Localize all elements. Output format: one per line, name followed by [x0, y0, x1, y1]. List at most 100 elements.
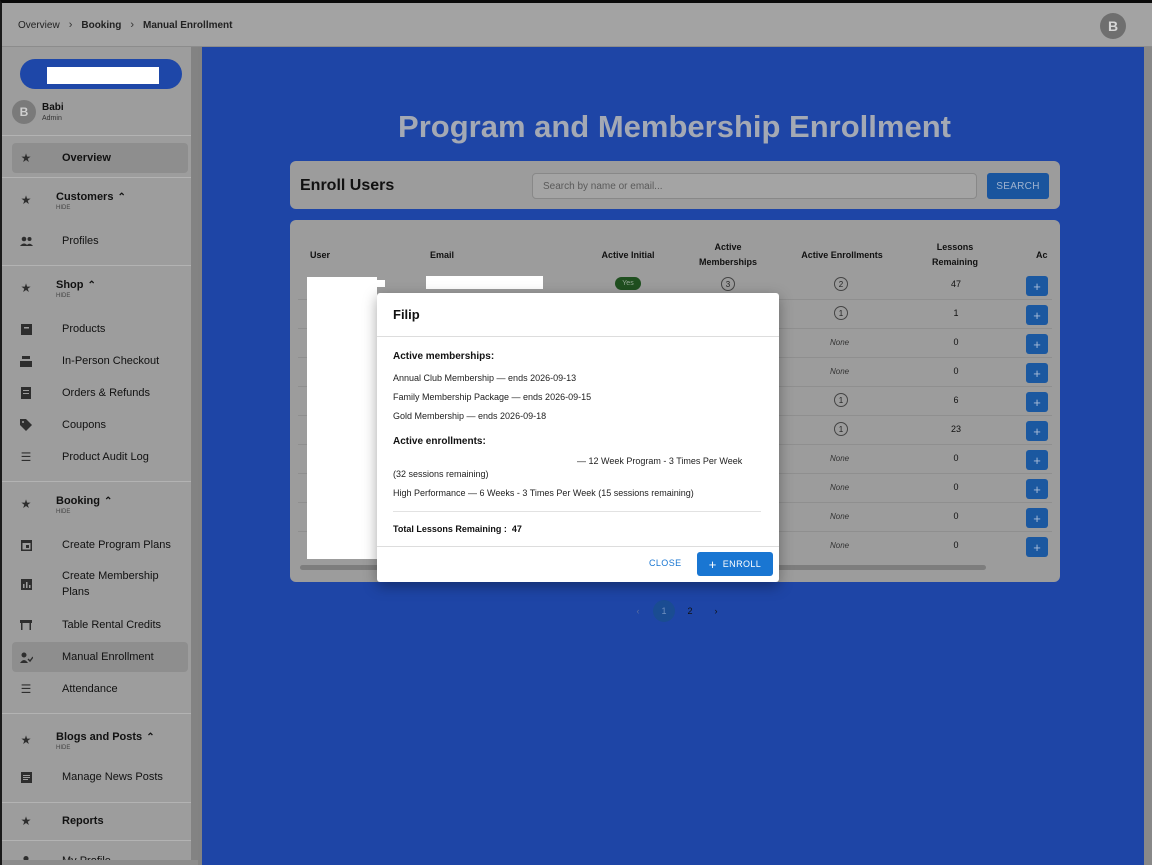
column-header-user[interactable]: User [310, 234, 370, 276]
sidebar-section-shop[interactable]: ★ Shop ⌃ HIDE [12, 276, 188, 306]
enroll-users-title: Enroll Users [300, 177, 395, 194]
add-enrollment-button[interactable]: + [1026, 363, 1048, 383]
enrollments-count: 2 [834, 277, 848, 291]
pagination-page-2[interactable]: 2 [679, 600, 701, 622]
column-header-actions[interactable]: Ac [1036, 234, 1056, 276]
sidebar-item-table-rental-credits[interactable]: Table Rental Credits [12, 610, 188, 640]
sidebar-item-orders-refunds[interactable]: Orders & Refunds [12, 378, 188, 408]
section-hide-toggle[interactable]: HIDE [56, 509, 70, 515]
sidebar-item-reports[interactable]: ★ Reports [12, 806, 188, 836]
section-hide-toggle[interactable]: HIDE [56, 205, 70, 211]
breadcrumb-booking[interactable]: Booking [81, 20, 121, 31]
memberships-heading: Active memberships: [393, 351, 495, 362]
user-name: Babi [42, 102, 64, 113]
enroll-button-label: ENROLL [722, 559, 762, 569]
lessons-remaining: 0 [953, 482, 959, 492]
enrollments-none: None [830, 454, 850, 463]
main-edge [198, 47, 202, 865]
divider [2, 713, 192, 714]
lessons-remaining: 47 [950, 279, 961, 289]
lessons-remaining: 0 [953, 511, 959, 521]
column-header-active-enrollments[interactable]: Active Enrollments [792, 234, 892, 276]
add-enrollment-button[interactable]: + [1026, 334, 1048, 354]
sidebar-item-label: Orders & Refunds [62, 387, 151, 399]
redacted-email [426, 276, 543, 289]
total-lessons: Total Lessons Remaining : 47 [393, 524, 522, 534]
lessons-remaining: 1 [953, 308, 959, 318]
page-title: Program and Membership Enrollment [398, 109, 951, 144]
checklist-icon: ☰ [20, 682, 32, 696]
add-enrollment-button[interactable]: + [1026, 305, 1048, 325]
page-scrollbar[interactable] [1144, 47, 1152, 865]
column-header-active-memberships[interactable]: Active Memberships [693, 234, 763, 276]
divider [2, 265, 192, 266]
account-avatar[interactable]: B [1100, 13, 1126, 39]
redacted-user-column [307, 277, 377, 559]
sidebar-item-attendance[interactable]: ☰ Attendance [12, 674, 188, 704]
sidebar-item-label: Product Audit Log [62, 451, 149, 463]
section-label: Blogs and Posts [56, 731, 143, 743]
plus-icon: + [708, 556, 717, 572]
sidebar-section-blogs[interactable]: ★ Blogs and Posts ⌃ HIDE [12, 728, 188, 758]
add-enrollment-button[interactable]: + [1026, 421, 1048, 441]
sidebar-item-label: Manual Enrollment [62, 651, 154, 663]
sidebar-item-in-person-checkout[interactable]: In-Person Checkout [12, 346, 188, 376]
sidebar-item-manual-enrollment[interactable]: Manual Enrollment [12, 642, 188, 672]
column-header-email[interactable]: Email [430, 234, 490, 276]
add-enrollment-button[interactable]: + [1026, 276, 1048, 296]
sidebar: B Babi Admin ★ Overview ★ Customers ⌃ HID… [2, 47, 198, 865]
redacted-user-column [375, 280, 385, 287]
sidebar-item-manage-news-posts[interactable]: Manage News Posts [12, 762, 188, 792]
chevron-up-icon: ⌃ [117, 192, 126, 203]
divider [377, 546, 779, 547]
star-icon: ★ [20, 814, 32, 828]
column-header-lessons-remaining[interactable]: Lessons Remaining [920, 234, 990, 276]
chevron-up-icon: ⌃ [104, 496, 113, 507]
sidebar-scrollbar[interactable] [191, 47, 198, 865]
column-header-active-initial[interactable]: Active Initial [594, 234, 662, 276]
enroll-button[interactable]: + ENROLL [697, 552, 773, 576]
chevron-up-icon: ⌃ [146, 732, 155, 743]
pagination-next-button[interactable]: › [705, 600, 727, 622]
checklist-icon: ☰ [20, 450, 32, 464]
search-input[interactable]: Search by name or email... [532, 173, 977, 199]
search-button[interactable]: SEARCH [987, 173, 1049, 199]
add-enrollment-button[interactable]: + [1026, 450, 1048, 470]
pagination-page-1[interactable]: 1 [653, 600, 675, 622]
sidebar-item-create-program-plans[interactable]: Create Program Plans [12, 530, 188, 560]
pagination-prev-button[interactable]: ‹ [627, 600, 649, 622]
sidebar-item-label: Table Rental Credits [62, 619, 162, 631]
receipt-icon [14, 385, 38, 401]
brand-logo[interactable] [20, 59, 182, 89]
section-label: Shop [56, 279, 84, 291]
sidebar-item-overview[interactable]: ★ Overview [12, 143, 188, 173]
section-hide-toggle[interactable]: HIDE [56, 293, 70, 299]
chevron-right-icon: › [130, 19, 135, 31]
section-hide-toggle[interactable]: HIDE [56, 745, 70, 751]
sidebar-user: B Babi Admin [12, 100, 64, 124]
breadcrumb: Overview › Booking › Manual Enrollment [18, 19, 232, 31]
add-enrollment-button[interactable]: + [1026, 392, 1048, 412]
sidebar-item-label: Profiles [62, 235, 99, 247]
sidebar-item-profiles[interactable]: Profiles [12, 226, 188, 256]
star-icon: ★ [20, 733, 32, 747]
add-enrollment-button[interactable]: + [1026, 508, 1048, 528]
close-button[interactable]: CLOSE [649, 558, 682, 568]
sidebar-item-label: Manage News Posts [62, 771, 163, 783]
sidebar-item-label: Overview [62, 152, 111, 164]
star-icon: ★ [20, 193, 32, 207]
add-enrollment-button[interactable]: + [1026, 479, 1048, 499]
sidebar-item-create-membership-plans[interactable]: Create Membership Plans [12, 562, 188, 606]
breadcrumb-overview[interactable]: Overview [18, 20, 60, 31]
table-icon [14, 617, 38, 633]
sidebar-section-booking[interactable]: ★ Booking ⌃ HIDE [12, 492, 188, 522]
sidebar-section-customers[interactable]: ★ Customers ⌃ HIDE [12, 188, 188, 218]
sidebar-item-coupons[interactable]: Coupons [12, 410, 188, 440]
enrollment-item: — 12 Week Program - 3 Times Per Week [577, 456, 743, 466]
sidebar-item-product-audit-log[interactable]: ☰ Product Audit Log [12, 442, 188, 472]
enrollments-none: None [830, 367, 850, 376]
divider [2, 177, 192, 178]
chevron-right-icon: › [68, 19, 73, 31]
add-enrollment-button[interactable]: + [1026, 537, 1048, 557]
sidebar-item-products[interactable]: Products [12, 314, 188, 344]
